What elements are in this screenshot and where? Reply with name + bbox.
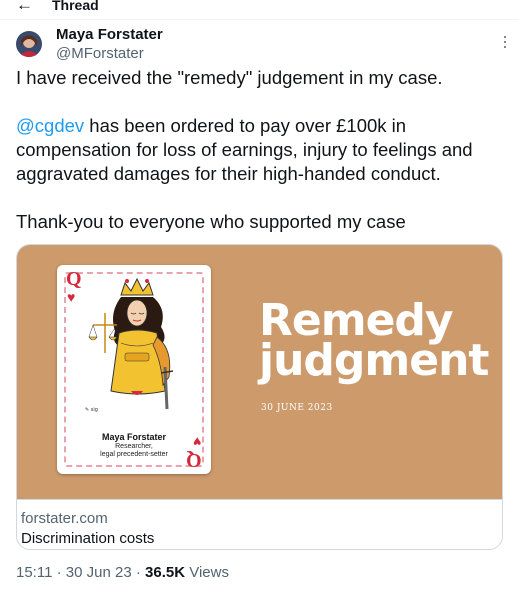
tweet-date[interactable]: 30 Jun 23 [66, 564, 132, 581]
heart-icon: ♥ [67, 289, 76, 305]
card-domain: forstater.com [21, 510, 108, 527]
svg-text:✎ sig: ✎ sig [85, 407, 98, 413]
more-options-icon[interactable] [504, 36, 508, 48]
mention-link[interactable]: @cgdev [16, 115, 84, 136]
views-label: Views [185, 564, 229, 581]
author-handle[interactable]: @MForstater [56, 45, 144, 63]
tweet-line-3: Thank-you to everyone who supported my c… [16, 211, 406, 232]
card-footer[interactable]: forstater.com Discrimination costs [17, 499, 502, 549]
tweet-meta: 15:11 · 30 Jun 23 · 36.5K Views [16, 563, 229, 583]
meta-separator: · [52, 564, 66, 581]
card-date: 30 JUNE 2023 [261, 403, 333, 413]
thread-header: ← Thread [0, 0, 518, 20]
avatar[interactable] [16, 31, 42, 57]
tweet-line-2: @cgdev has been ordered to pay over £100… [16, 114, 506, 186]
card-image[interactable]: Q ♥ ✎ sig Maya Forstater Researcher, leg… [17, 245, 502, 499]
card-title: Discrimination costs [21, 530, 155, 547]
tweet-line-2-text: has been ordered to pay over £100k in co… [16, 115, 473, 184]
heart-icon: ♥ [192, 434, 201, 450]
card-rank-bottom: Q [186, 449, 202, 471]
card-rank-top: Q [66, 268, 82, 290]
header-title: Thread [52, 0, 99, 13]
queen-illustration: ✎ sig [85, 277, 174, 413]
author-name[interactable]: Maya Forstater [56, 26, 163, 44]
card-person-name: Maya Forstater [101, 432, 167, 442]
card-headline: Remedy judgment [259, 295, 489, 386]
meta-separator: · [131, 564, 146, 581]
tweet-time[interactable]: 15:11 [16, 564, 52, 581]
link-card[interactable]: Q ♥ ✎ sig Maya Forstater Researcher, leg… [16, 244, 503, 550]
arrow-left-icon[interactable]: ← [16, 0, 33, 15]
playing-card-illustration: Q ♥ ✎ sig Maya Forstater Researcher, leg… [57, 265, 211, 474]
tweet-text: I have received the "remedy" judgement i… [16, 66, 506, 234]
views-count[interactable]: 36.5K [145, 564, 185, 581]
tweet-line-1: I have received the "remedy" judgement i… [16, 67, 443, 88]
